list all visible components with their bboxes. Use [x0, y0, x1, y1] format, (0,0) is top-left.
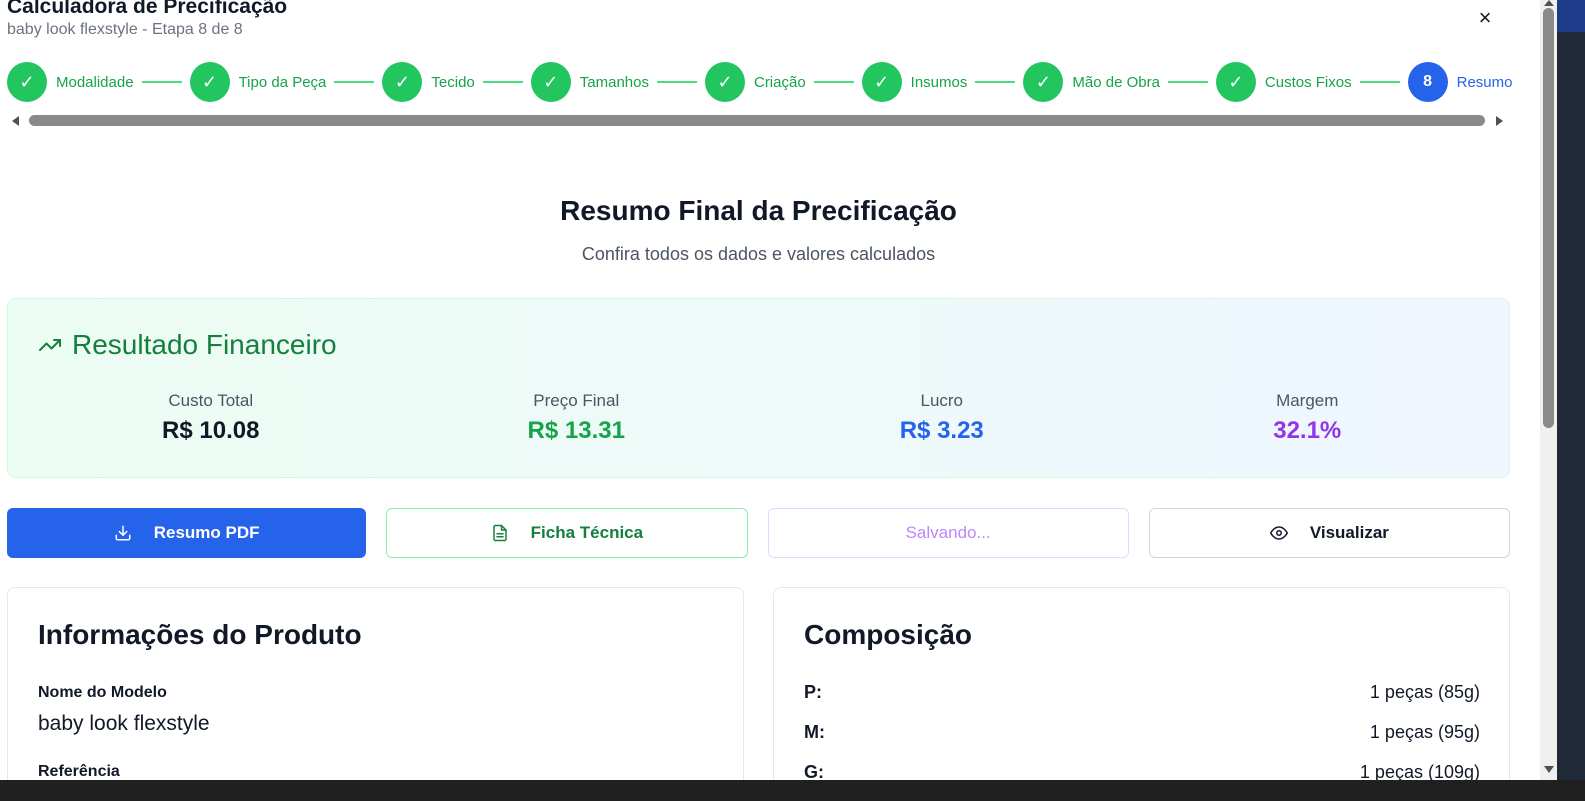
step-label: Tecido: [431, 73, 475, 91]
step-connector: [1167, 81, 1208, 83]
step-number: 8: [1407, 62, 1448, 102]
scrollbar-thumb[interactable]: [29, 115, 1485, 126]
step-connector: [334, 81, 375, 83]
step-check-icon: ✓: [1215, 62, 1256, 102]
model-name-label: Nome do Modelo: [38, 684, 167, 701]
metric-value: R$ 10.08: [162, 417, 260, 444]
step-resumo[interactable]: 8 Resumo: [1407, 62, 1512, 102]
scroll-down-arrow-icon[interactable]: [1544, 766, 1554, 773]
step-check-icon: ✓: [7, 62, 47, 102]
step-connector: [482, 81, 523, 83]
financial-metrics: Custo Total R$ 10.08 Preço Final R$ 13.3…: [28, 391, 1490, 445]
metric-value: 32.1%: [1273, 417, 1342, 444]
financial-result-header: Resultado Financeiro: [38, 329, 337, 361]
reference-label: Referência: [38, 763, 120, 780]
composition-row: P: 1 peças (85g): [804, 682, 1480, 703]
technical-sheet-label: Ficha Técnica: [530, 523, 644, 542]
eye-icon: [1269, 526, 1288, 540]
metric-value: R$ 13.31: [527, 417, 625, 444]
metric-label: Margem: [1276, 391, 1339, 410]
save-label: Salvando...: [905, 523, 991, 542]
taskbar-edge: [0, 780, 1585, 801]
step-check-icon: ✓: [189, 62, 230, 102]
summary-pdf-button[interactable]: Resumo PDF: [7, 508, 367, 558]
step-mao-de-obra[interactable]: ✓ Mão de Obra: [1023, 62, 1160, 102]
step-check-icon: ✓: [704, 62, 745, 102]
trending-up-icon: [39, 339, 61, 351]
composition-panel: Composição P: 1 peças (85g) M: 1 peças (…: [773, 587, 1510, 790]
step-label: Insumos: [910, 73, 968, 91]
vertical-scrollbar[interactable]: [1540, 0, 1557, 790]
step-label: Custos Fixos: [1264, 73, 1352, 91]
preview-button[interactable]: Visualizar: [1148, 508, 1510, 558]
step-tipo-da-peca[interactable]: ✓ Tipo da Peça: [189, 62, 327, 102]
step-label: Mão de Obra: [1072, 73, 1160, 91]
size-label: M:: [804, 722, 825, 742]
scroll-right-arrow-icon[interactable]: [1496, 116, 1503, 126]
modal-title: Calculadora de Precificação: [7, 0, 288, 18]
product-info-panel: Informações do Produto Nome do Modelo ba…: [7, 587, 744, 790]
step-connector: [813, 81, 854, 83]
step-label: Resumo: [1456, 73, 1512, 91]
pricing-calculator-modal: Calculadora de Precificação baby look fl…: [0, 0, 1540, 790]
composition-row: M: 1 peças (95g): [804, 722, 1480, 743]
metric-preco-final: Preço Final R$ 13.31: [394, 391, 760, 445]
metric-margem: Margem 32.1%: [1125, 391, 1491, 445]
step-tamanhos[interactable]: ✓ Tamanhos: [530, 62, 649, 102]
step-connector: [1359, 81, 1400, 83]
action-buttons: Resumo PDF Ficha Técnica Salvando... Vis…: [7, 508, 1510, 558]
background-window-edge: [1557, 0, 1585, 801]
step-check-icon: ✓: [861, 62, 902, 102]
step-label: Criação: [753, 73, 806, 91]
step-check-icon: ✓: [1023, 62, 1064, 102]
product-info-title: Informações do Produto: [38, 619, 362, 650]
metric-label: Custo Total: [168, 391, 254, 410]
background-accent: [1557, 0, 1585, 32]
scroll-up-arrow-icon[interactable]: [1544, 0, 1554, 6]
step-label: Tipo da Peça: [238, 73, 327, 91]
size-quantity: 1 peças (85g): [1369, 682, 1480, 702]
step-connector: [656, 81, 697, 83]
composition-title: Composição: [804, 619, 973, 650]
size-label: P:: [804, 682, 822, 702]
metric-custo-total: Custo Total R$ 10.08: [28, 391, 394, 445]
save-button[interactable]: Salvando...: [767, 508, 1129, 558]
step-check-icon: ✓: [382, 62, 423, 102]
scroll-left-arrow-icon[interactable]: [12, 116, 19, 126]
metric-lucro: Lucro R$ 3.23: [759, 391, 1125, 445]
summary-subtitle: Confira todos os dados e valores calcula…: [581, 244, 936, 264]
step-custos-fixos[interactable]: ✓ Custos Fixos: [1215, 62, 1352, 102]
summary-pdf-label: Resumo PDF: [153, 523, 260, 542]
size-quantity: 1 peças (95g): [1369, 722, 1480, 742]
step-insumos[interactable]: ✓ Insumos: [861, 62, 968, 102]
step-modalidade[interactable]: ✓ Modalidade: [7, 62, 134, 102]
step-check-icon: ✓: [530, 62, 571, 102]
stepper-horizontal-scrollbar[interactable]: [7, 113, 1507, 129]
metric-value: R$ 3.23: [899, 417, 984, 444]
scrollbar-thumb[interactable]: [1543, 8, 1554, 428]
stepper: ✓ Modalidade ✓ Tipo da Peça ✓ Tecido ✓ T…: [7, 62, 1512, 102]
financial-result-card: Resultado Financeiro Custo Total R$ 10.0…: [7, 298, 1510, 478]
step-label: Modalidade: [56, 73, 134, 91]
step-connector: [141, 81, 182, 83]
metric-label: Lucro: [920, 391, 964, 410]
summary-title: Resumo Final da Precificação: [560, 195, 957, 226]
step-tecido[interactable]: ✓ Tecido: [382, 62, 475, 102]
step-label: Tamanhos: [579, 73, 649, 91]
step-criacao[interactable]: ✓ Criação: [704, 62, 806, 102]
modal-subtitle: baby look flexstyle - Etapa 8 de 8: [7, 21, 243, 38]
download-icon: [115, 525, 131, 541]
close-icon[interactable]: ×: [1474, 7, 1496, 29]
financial-result-title: Resultado Financeiro: [72, 329, 337, 360]
step-connector: [975, 81, 1016, 83]
preview-label: Visualizar: [1309, 523, 1389, 542]
model-name-value: baby look flexstyle: [38, 712, 210, 735]
file-text-icon: [492, 524, 507, 542]
metric-label: Preço Final: [533, 391, 620, 410]
technical-sheet-button[interactable]: Ficha Técnica: [386, 508, 748, 558]
modal-header: Calculadora de Precificação baby look fl…: [7, 0, 287, 39]
